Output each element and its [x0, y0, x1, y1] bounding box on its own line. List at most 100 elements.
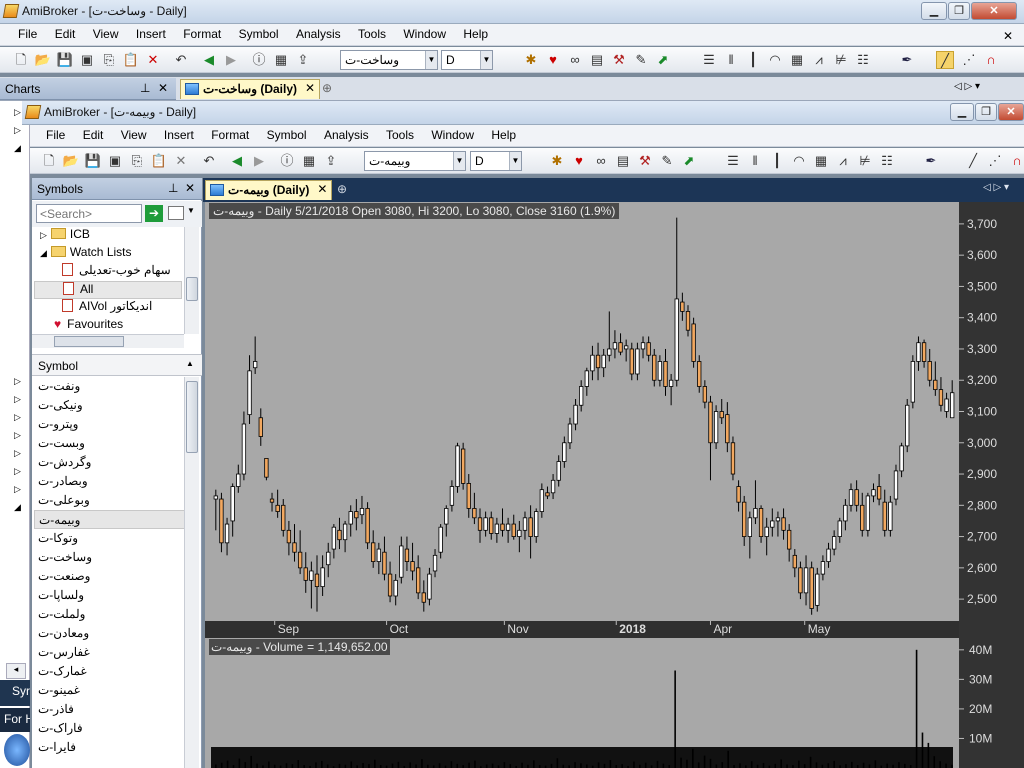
- import-icon[interactable]: ⇪: [322, 152, 340, 170]
- new-tab-icon[interactable]: ⊕: [337, 182, 347, 196]
- scan-icon[interactable]: ♥: [570, 152, 588, 170]
- start-orb-icon[interactable]: [4, 734, 30, 766]
- list-icon[interactable]: ☰: [700, 51, 718, 69]
- import-icon[interactable]: ⇪: [294, 51, 312, 69]
- hlines-icon[interactable]: ☷: [878, 152, 896, 170]
- inner-menu-insert[interactable]: Insert: [157, 125, 201, 145]
- collapse-icon[interactable]: ◢: [40, 248, 47, 258]
- expand-icon[interactable]: ◢: [14, 502, 21, 513]
- draw-line-icon[interactable]: ╱: [964, 152, 982, 170]
- export-icon[interactable]: ⬈: [654, 51, 672, 69]
- expand-icon[interactable]: ▷: [14, 484, 21, 495]
- tree-item-icb[interactable]: ▷ ICB: [40, 227, 90, 245]
- tree-item-watch-lists[interactable]: ◢ Watch Lists: [40, 245, 132, 263]
- symbol-list-item[interactable]: وپترو-ت: [34, 415, 184, 434]
- tab-inner-chart[interactable]: وبیمه-ت (Daily) ✕: [205, 180, 333, 200]
- go-arrow-icon[interactable]: ➔: [145, 205, 163, 222]
- menu-insert[interactable]: Insert: [129, 24, 173, 44]
- trend-icon[interactable]: ⊭: [832, 51, 850, 69]
- back-icon[interactable]: ◀: [200, 51, 218, 69]
- save-icon[interactable]: 💾: [56, 51, 74, 69]
- inner-menu-file[interactable]: File: [30, 125, 72, 145]
- tree-item-watchlist-aivol[interactable]: AIVol اندیکاتور: [62, 299, 152, 317]
- inner-menu-edit[interactable]: Edit: [76, 125, 111, 145]
- symbol-list-item[interactable]: وصنعت-ت: [34, 567, 184, 586]
- pen-icon[interactable]: ✒: [922, 152, 940, 170]
- symbol-list-item[interactable]: ولملت-ت: [34, 605, 184, 624]
- arc-icon[interactable]: ◠: [766, 51, 784, 69]
- draw-line-icon[interactable]: ╱: [936, 51, 954, 69]
- paste-icon[interactable]: 📋: [122, 51, 140, 69]
- vlines-icon[interactable]: ┃: [768, 152, 786, 170]
- outer-symbol-combo[interactable]: وساخت-ت ▼: [340, 50, 438, 70]
- chevron-down-icon[interactable]: ▼: [509, 152, 521, 170]
- close-icon[interactable]: ✕: [305, 81, 315, 95]
- pin-icon[interactable]: ⊥: [168, 181, 178, 195]
- wand-icon[interactable]: ✎: [632, 51, 650, 69]
- menu-format[interactable]: Format: [176, 24, 228, 44]
- expand-icon[interactable]: ▷: [14, 394, 21, 405]
- trend-icon[interactable]: ⊭: [856, 152, 874, 170]
- gear-icon[interactable]: ✱: [548, 152, 566, 170]
- gear-icon[interactable]: ✱: [522, 51, 540, 69]
- expand-icon[interactable]: ▷: [40, 230, 47, 240]
- paste-icon[interactable]: 📋: [150, 152, 168, 170]
- minimize-button[interactable]: ▁: [921, 2, 947, 20]
- filter-icon[interactable]: [168, 206, 184, 220]
- dashed-line-icon[interactable]: ⋰: [960, 51, 978, 69]
- mdi-close-icon[interactable]: ✕: [996, 26, 1020, 46]
- chevron-down-icon[interactable]: ▼: [425, 51, 437, 69]
- delete-icon[interactable]: ✕: [172, 152, 190, 170]
- inner-menu-window[interactable]: Window: [424, 125, 481, 145]
- save-all-icon[interactable]: ▣: [78, 51, 96, 69]
- new-icon[interactable]: 🗋: [12, 51, 30, 69]
- symbol-list-item[interactable]: غمینو-ت: [34, 681, 184, 700]
- chevron-down-icon[interactable]: ▼: [187, 206, 195, 215]
- symbol-column-header[interactable]: Symbol: [38, 359, 78, 373]
- magnet-icon[interactable]: ∩: [982, 51, 1000, 69]
- menu-view[interactable]: View: [86, 24, 126, 44]
- expand-icon[interactable]: ▷: [14, 448, 21, 459]
- tree-item-all[interactable]: All: [34, 281, 182, 299]
- symbol-list-header[interactable]: Symbol ▲: [32, 354, 202, 376]
- undo-icon[interactable]: ↶: [200, 152, 218, 170]
- hammer-icon[interactable]: ⚒: [610, 51, 628, 69]
- save-all-icon[interactable]: ▣: [106, 152, 124, 170]
- inner-interval-combo[interactable]: D ▼: [470, 151, 522, 171]
- export-icon[interactable]: ⬈: [680, 152, 698, 170]
- pen-icon[interactable]: ✒: [898, 51, 916, 69]
- tab-nav-icon[interactable]: ◁ ▷ ▾: [983, 182, 1009, 193]
- fan-icon[interactable]: ⩘: [834, 152, 852, 170]
- menu-tools[interactable]: Tools: [351, 24, 393, 44]
- bars-icon[interactable]: ‖: [722, 51, 740, 69]
- grid-icon[interactable]: ▦: [812, 152, 830, 170]
- scrollbar-thumb[interactable]: [186, 277, 198, 301]
- properties-icon[interactable]: ▦: [272, 51, 290, 69]
- symbol-list-item[interactable]: غمارک-ت: [34, 662, 184, 681]
- symbol-list-item[interactable]: ونفت-ت: [34, 377, 184, 396]
- symbol-list-item[interactable]: وبوعلی-ت: [34, 491, 184, 510]
- new-icon[interactable]: 🗋: [40, 152, 58, 170]
- back-icon[interactable]: ◀: [228, 152, 246, 170]
- symbol-list-item[interactable]: ومعادن-ت: [34, 624, 184, 643]
- tab-outer-chart[interactable]: وساخت-ت (Daily) ✕: [180, 79, 321, 99]
- copy-icon[interactable]: ⎘: [128, 152, 146, 170]
- close-icon[interactable]: ✕: [185, 181, 195, 195]
- menu-file[interactable]: File: [0, 24, 44, 44]
- new-tab-icon[interactable]: ⊕: [322, 81, 332, 95]
- chevron-down-icon[interactable]: ▼: [453, 152, 465, 170]
- symbol-list-item[interactable]: وبیمه-ت: [34, 510, 184, 529]
- symbol-list-item[interactable]: ولساپا-ت: [34, 586, 184, 605]
- outer-interval-combo[interactable]: D ▼: [441, 50, 493, 70]
- list-icon[interactable]: ☰: [724, 152, 742, 170]
- symbol-list-item[interactable]: وبست-ت: [34, 434, 184, 453]
- expand-icon[interactable]: ▷: [14, 412, 21, 423]
- scan-icon[interactable]: ♥: [544, 51, 562, 69]
- inner-menu-format[interactable]: Format: [204, 125, 256, 145]
- close-icon[interactable]: ✕: [317, 182, 327, 196]
- menu-help[interactable]: Help: [456, 24, 495, 44]
- symbol-list-item[interactable]: فاراک-ت: [34, 719, 184, 738]
- chevron-down-icon[interactable]: ▼: [480, 51, 492, 69]
- symbol-list-item[interactable]: وبصادر-ت: [34, 472, 184, 491]
- price-chart[interactable]: 3,700 3,600 3,500 3,400 3,300 3,200 3,100 3,000…: [205, 202, 1024, 768]
